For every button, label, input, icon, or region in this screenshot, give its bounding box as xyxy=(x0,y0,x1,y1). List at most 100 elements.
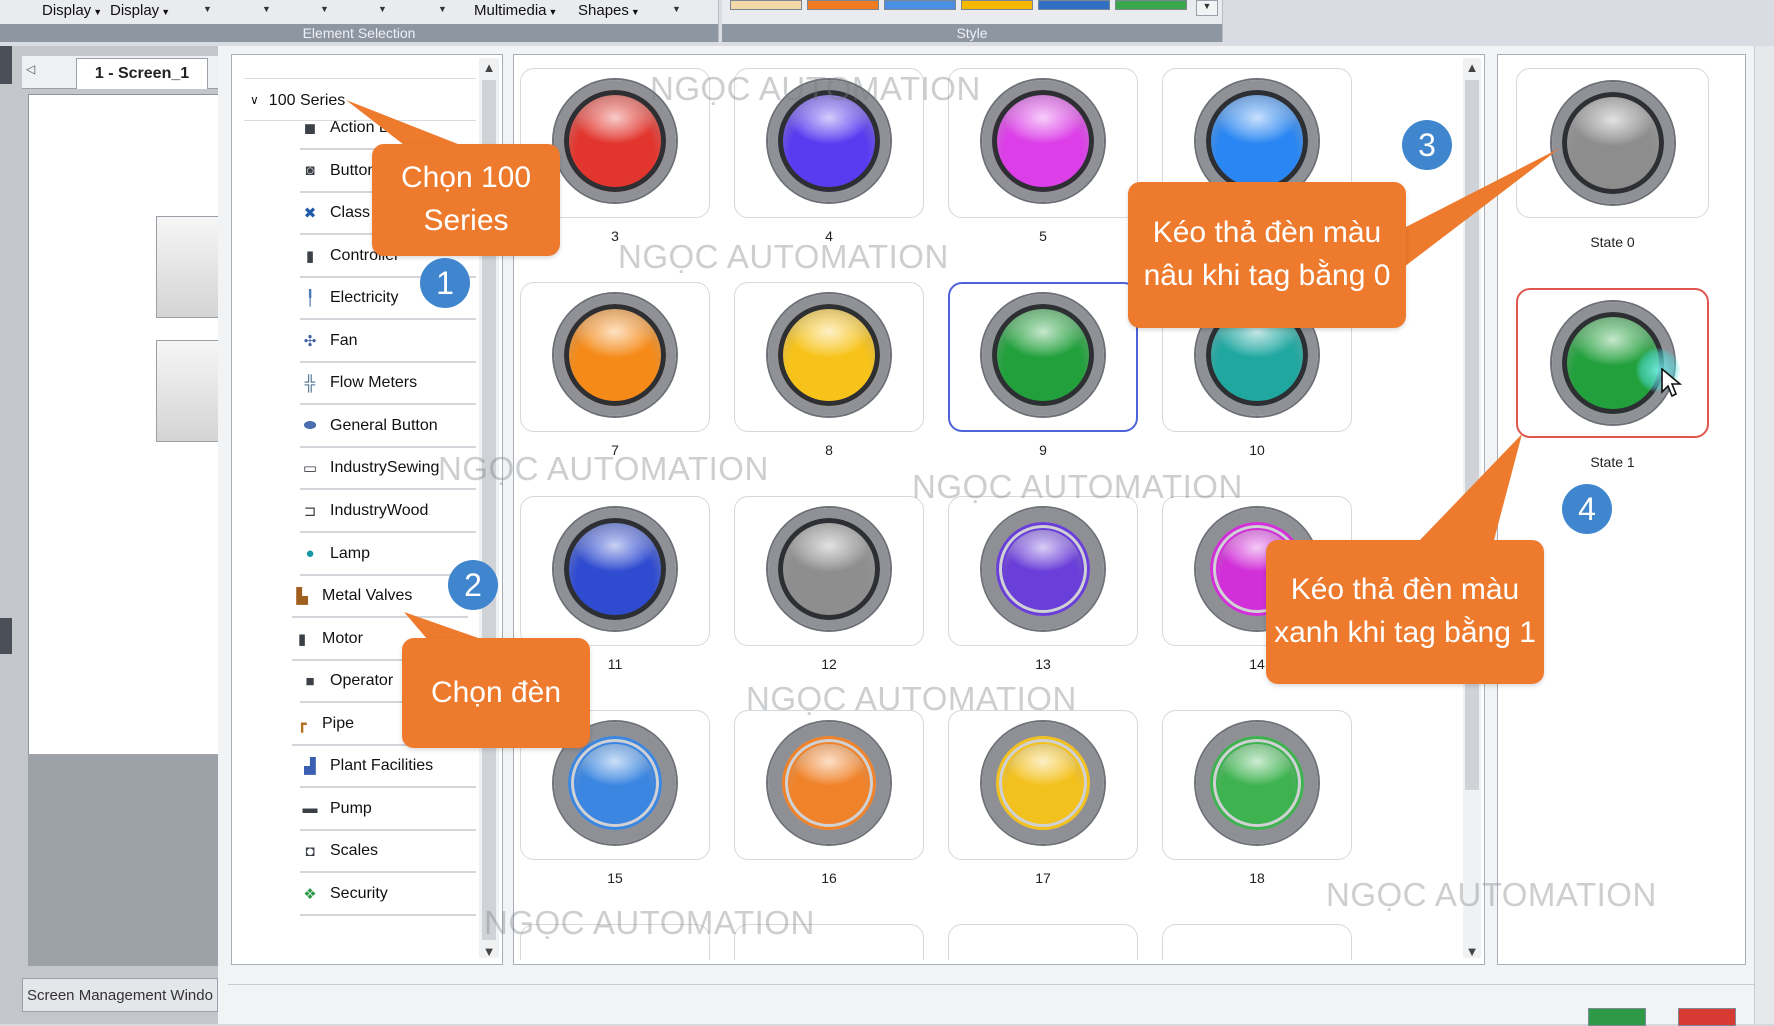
lamp-icon xyxy=(982,294,1104,416)
tree-item-label: Metal Valves xyxy=(322,587,413,605)
chevron-down-icon: ▼ xyxy=(93,7,103,17)
chevron-down-icon[interactable]: ▼ xyxy=(203,4,212,14)
lamp-icon xyxy=(768,294,890,416)
step-badge-2: 2 xyxy=(448,560,498,610)
tree-item-flow-meters[interactable]: ╬ Flow Meters xyxy=(300,363,476,406)
tree-item-metal-valves[interactable]: ▙ Metal Valves xyxy=(292,576,468,619)
lamp-icon xyxy=(554,80,676,202)
style-swatch[interactable] xyxy=(1038,0,1110,10)
tree-item-label: Action B xyxy=(330,119,390,136)
callout-choose-lamp: Chọn đèn xyxy=(402,638,590,748)
tree-item-industrywood[interactable]: ⊐ IndustryWood xyxy=(300,491,476,533)
tree-item-scales[interactable]: ◘ Scales xyxy=(300,831,476,874)
side-panel-edge xyxy=(0,46,12,84)
tree-item-label: Lamp xyxy=(330,544,371,562)
tree-item-fan[interactable]: ✣ Fan xyxy=(300,321,476,363)
tree-item-label: Button xyxy=(330,161,377,179)
tab-screen-1[interactable]: 1 - Screen_1 xyxy=(76,58,208,89)
button-icon: ◙ xyxy=(305,162,315,180)
lamp-cell-label: 7 xyxy=(611,442,619,458)
lamp-cell-partial[interactable] xyxy=(734,924,924,960)
controller-icon: ▮ xyxy=(305,247,315,265)
lamp-cell-label: 17 xyxy=(1035,870,1051,886)
state-label: State 1 xyxy=(1590,454,1635,470)
style-swatch[interactable] xyxy=(961,0,1033,10)
chevron-down-icon[interactable]: ▼ xyxy=(262,4,271,14)
lamp-cell-label: 16 xyxy=(821,870,837,886)
multimedia-dropdown[interactable]: Multimedia ▼ xyxy=(474,2,557,19)
screen-management-window[interactable]: Screen Management Windo xyxy=(22,978,218,1012)
lamp-icon xyxy=(554,508,676,630)
tree-item-plant-facilities[interactable]: ▟ Plant Facilities xyxy=(300,746,476,789)
chevron-down-icon[interactable]: ▼ xyxy=(672,4,681,14)
lamp-cell-partial[interactable] xyxy=(520,924,710,960)
tools-icon: ✖ xyxy=(303,205,317,223)
lamp-cell-label: 9 xyxy=(1039,442,1047,458)
pipe-icon: ┏ xyxy=(297,715,307,733)
style-swatch[interactable] xyxy=(730,0,802,10)
tree-item-label: IndustrySewing xyxy=(330,459,440,477)
scroll-up-icon[interactable]: ▲ xyxy=(1462,60,1482,75)
lamp-cell-label: 15 xyxy=(607,870,623,886)
lamp-cell-partial[interactable] xyxy=(948,924,1138,960)
chevron-down-icon: ▼ xyxy=(630,7,640,17)
element-selection-label: Element Selection xyxy=(0,24,718,42)
ok-button[interactable] xyxy=(1588,1008,1646,1026)
shapes-dropdown[interactable]: Shapes ▼ xyxy=(578,2,640,19)
lamp-cell-label: 5 xyxy=(1039,228,1047,244)
dialog-footer-divider xyxy=(228,984,1754,985)
canvas-object[interactable] xyxy=(156,216,220,318)
style-swatch[interactable] xyxy=(1115,0,1187,10)
step-badge-4: 4 xyxy=(1562,484,1612,534)
lamp-cell-label: 4 xyxy=(825,228,833,244)
chevron-down-icon[interactable]: ▼ xyxy=(378,4,387,14)
cancel-button[interactable] xyxy=(1678,1008,1736,1026)
security-icon: ❖ xyxy=(303,885,317,903)
scroll-up-icon[interactable]: ▲ xyxy=(479,60,499,75)
scroll-down-icon[interactable]: ▼ xyxy=(479,944,499,959)
lamp-icon xyxy=(1196,722,1318,844)
side-panel-edge xyxy=(0,618,12,654)
lamp-icon xyxy=(768,508,890,630)
style-swatch[interactable] xyxy=(807,0,879,10)
tree-item-pump[interactable]: ▬ Pump xyxy=(300,789,476,831)
lamp-icon xyxy=(982,80,1104,202)
lamp-cell-label: 8 xyxy=(825,442,833,458)
lamp-cell-label: 18 xyxy=(1249,870,1265,886)
canvas-object[interactable] xyxy=(156,340,220,442)
chevron-down-icon[interactable]: ▼ xyxy=(320,4,329,14)
tree-item-label: Plant Facilities xyxy=(330,757,434,775)
state-label: State 0 xyxy=(1590,234,1635,250)
valve-icon: ▙ xyxy=(296,588,308,606)
general-button-icon: ⬬ xyxy=(303,417,317,435)
tree-item-label: Flow Meters xyxy=(330,374,418,392)
chevron-down-icon: ▼ xyxy=(548,7,558,17)
display-dropdown-1[interactable]: Display ▼ xyxy=(42,2,102,19)
tree-item-general-button[interactable]: ⬬ General Button xyxy=(300,406,476,448)
tree-item-security[interactable]: ❖ Security xyxy=(300,874,476,916)
style-swatch[interactable] xyxy=(884,0,956,10)
chevron-down-icon[interactable]: ▼ xyxy=(438,4,447,14)
lamp-cell-partial[interactable] xyxy=(1162,924,1352,960)
style-group-label: Style xyxy=(722,24,1222,42)
tree-item-label: Fan xyxy=(330,331,358,349)
tab-scroll-left-icon[interactable]: ◁ xyxy=(26,62,35,76)
lamp-icon: ● xyxy=(305,545,315,562)
chevron-down-icon: ▼ xyxy=(161,7,171,17)
callout-choose-100-series: Chọn 100 Series xyxy=(372,144,560,256)
tree-item-label: IndustryWood xyxy=(330,501,429,519)
tree-item-industrysewing[interactable]: ▭ IndustrySewing xyxy=(300,448,476,491)
style-expand-icon[interactable]: ▼ xyxy=(1196,0,1218,16)
tree-item-label: General Button xyxy=(330,416,438,434)
tree-item-label: Scales xyxy=(330,842,379,860)
scroll-down-icon[interactable]: ▼ xyxy=(1462,944,1482,959)
tree-item-label: Security xyxy=(330,884,388,902)
display-dropdown-2[interactable]: Display ▼ xyxy=(110,2,170,19)
tree-item-lamp[interactable]: ● Lamp xyxy=(300,534,476,576)
flow-meter-icon: ╬ xyxy=(304,374,316,392)
lamp-icon xyxy=(768,80,890,202)
mouse-pointer-icon xyxy=(1661,368,1682,398)
lamp-cell-label: 10 xyxy=(1249,442,1265,458)
chevron-down-icon: ∨ xyxy=(250,93,259,107)
lamp-icon xyxy=(768,722,890,844)
